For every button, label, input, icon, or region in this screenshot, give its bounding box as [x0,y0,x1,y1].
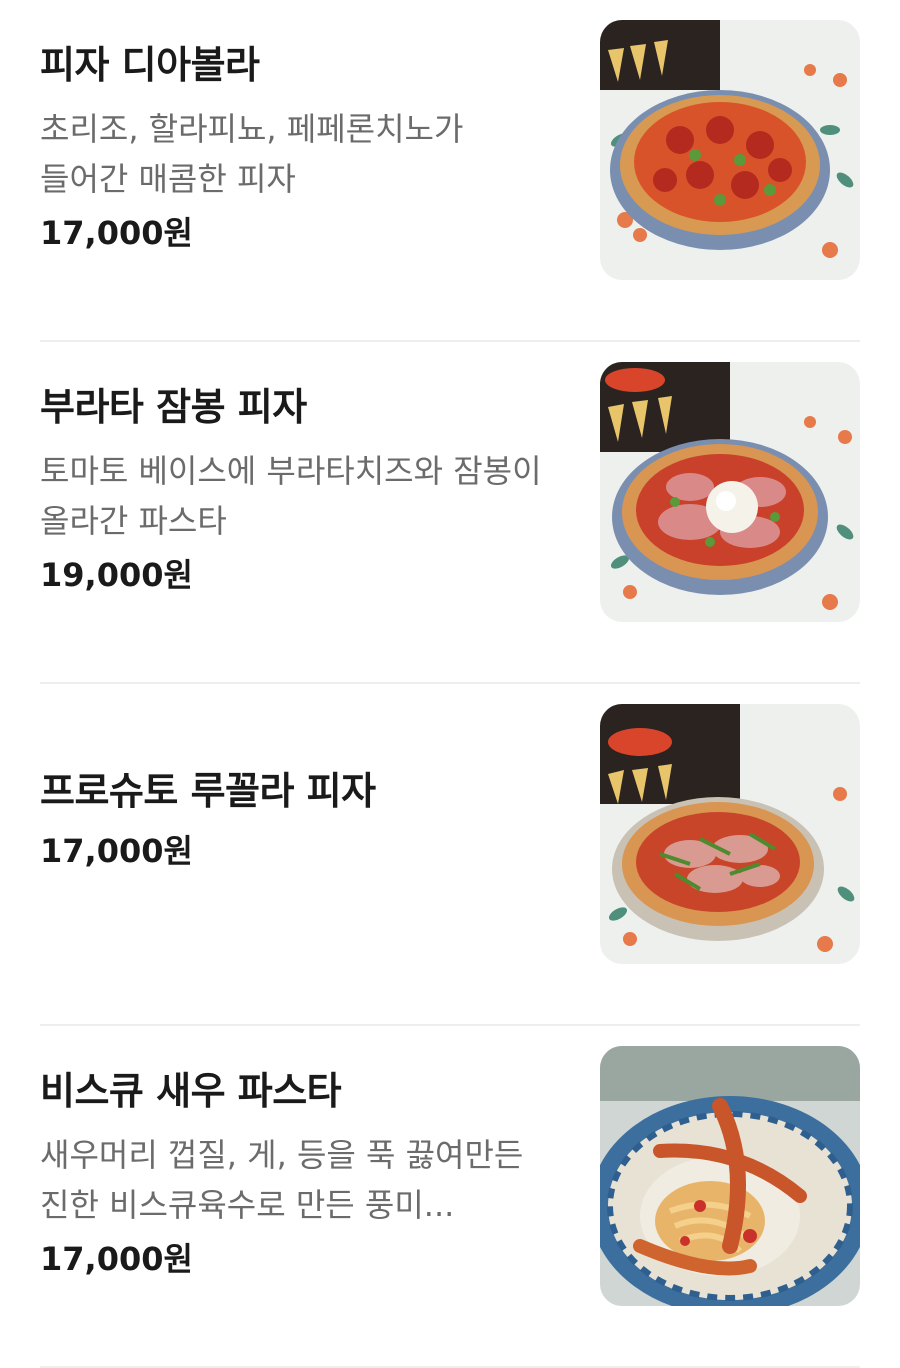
menu-item-name: 프로슈토 루꼴라 피자 [40,769,376,813]
menu-item-text: 피자 디아볼라 초리조, 할라피뇨, 페페론치노가 들어간 매콤한 피자 17,… [40,38,560,256]
menu-item-name: 피자 디아볼라 [40,43,260,87]
bisque-shrimp-pasta-photo[interactable] [600,1046,860,1306]
menu-item-price: 17,000원 [40,832,193,870]
menu-item-description: 초리조, 할라피뇨, 페페론치노가 들어간 매콤한 피자 [40,110,464,198]
menu-item-bisque-shrimp[interactable]: 비스큐 새우 파스타 새우머리 껍질, 게, 등을 푹 끓여만든 진한 비스큐육… [40,1026,860,1368]
menu-item-text: 비스큐 새우 파스타 새우머리 껍질, 게, 등을 푹 끓여만든 진한 비스큐육… [40,1064,560,1282]
menu-item-description: 토마토 베이스에 부라타치즈와 잠봉이 올라간 파스타 [40,452,542,540]
menu-item-price: 17,000원 [40,214,193,252]
menu-item-description: 새우머리 껍질, 게, 등을 푹 끓여만든 진한 비스큐육수로 만든 풍미... [40,1136,524,1224]
prosciutto-rucola-pizza-photo[interactable] [600,704,860,964]
menu-item-name: 부라타 잠봉 피자 [40,385,307,429]
burrata-jambon-pizza-photo[interactable] [600,362,860,622]
menu-item-price: 19,000원 [40,556,193,594]
menu-item-price: 17,000원 [40,1240,193,1278]
menu-item-prosciutto-rucola[interactable]: 프로슈토 루꼴라 피자 17,000원 [40,684,860,1026]
menu-item-text: 부라타 잠봉 피자 토마토 베이스에 부라타치즈와 잠봉이 올라간 파스타 19… [40,380,560,598]
pizza-diavola-photo[interactable] [600,20,860,280]
menu-item-burrata-jambon[interactable]: 부라타 잠봉 피자 토마토 베이스에 부라타치즈와 잠봉이 올라간 파스타 19… [40,342,860,684]
menu-item-text: 프로슈토 루꼴라 피자 17,000원 [40,764,560,874]
menu-item-name: 비스큐 새우 파스타 [40,1069,342,1113]
menu-item-diavola[interactable]: 피자 디아볼라 초리조, 할라피뇨, 페페론치노가 들어간 매콤한 피자 17,… [40,0,860,342]
